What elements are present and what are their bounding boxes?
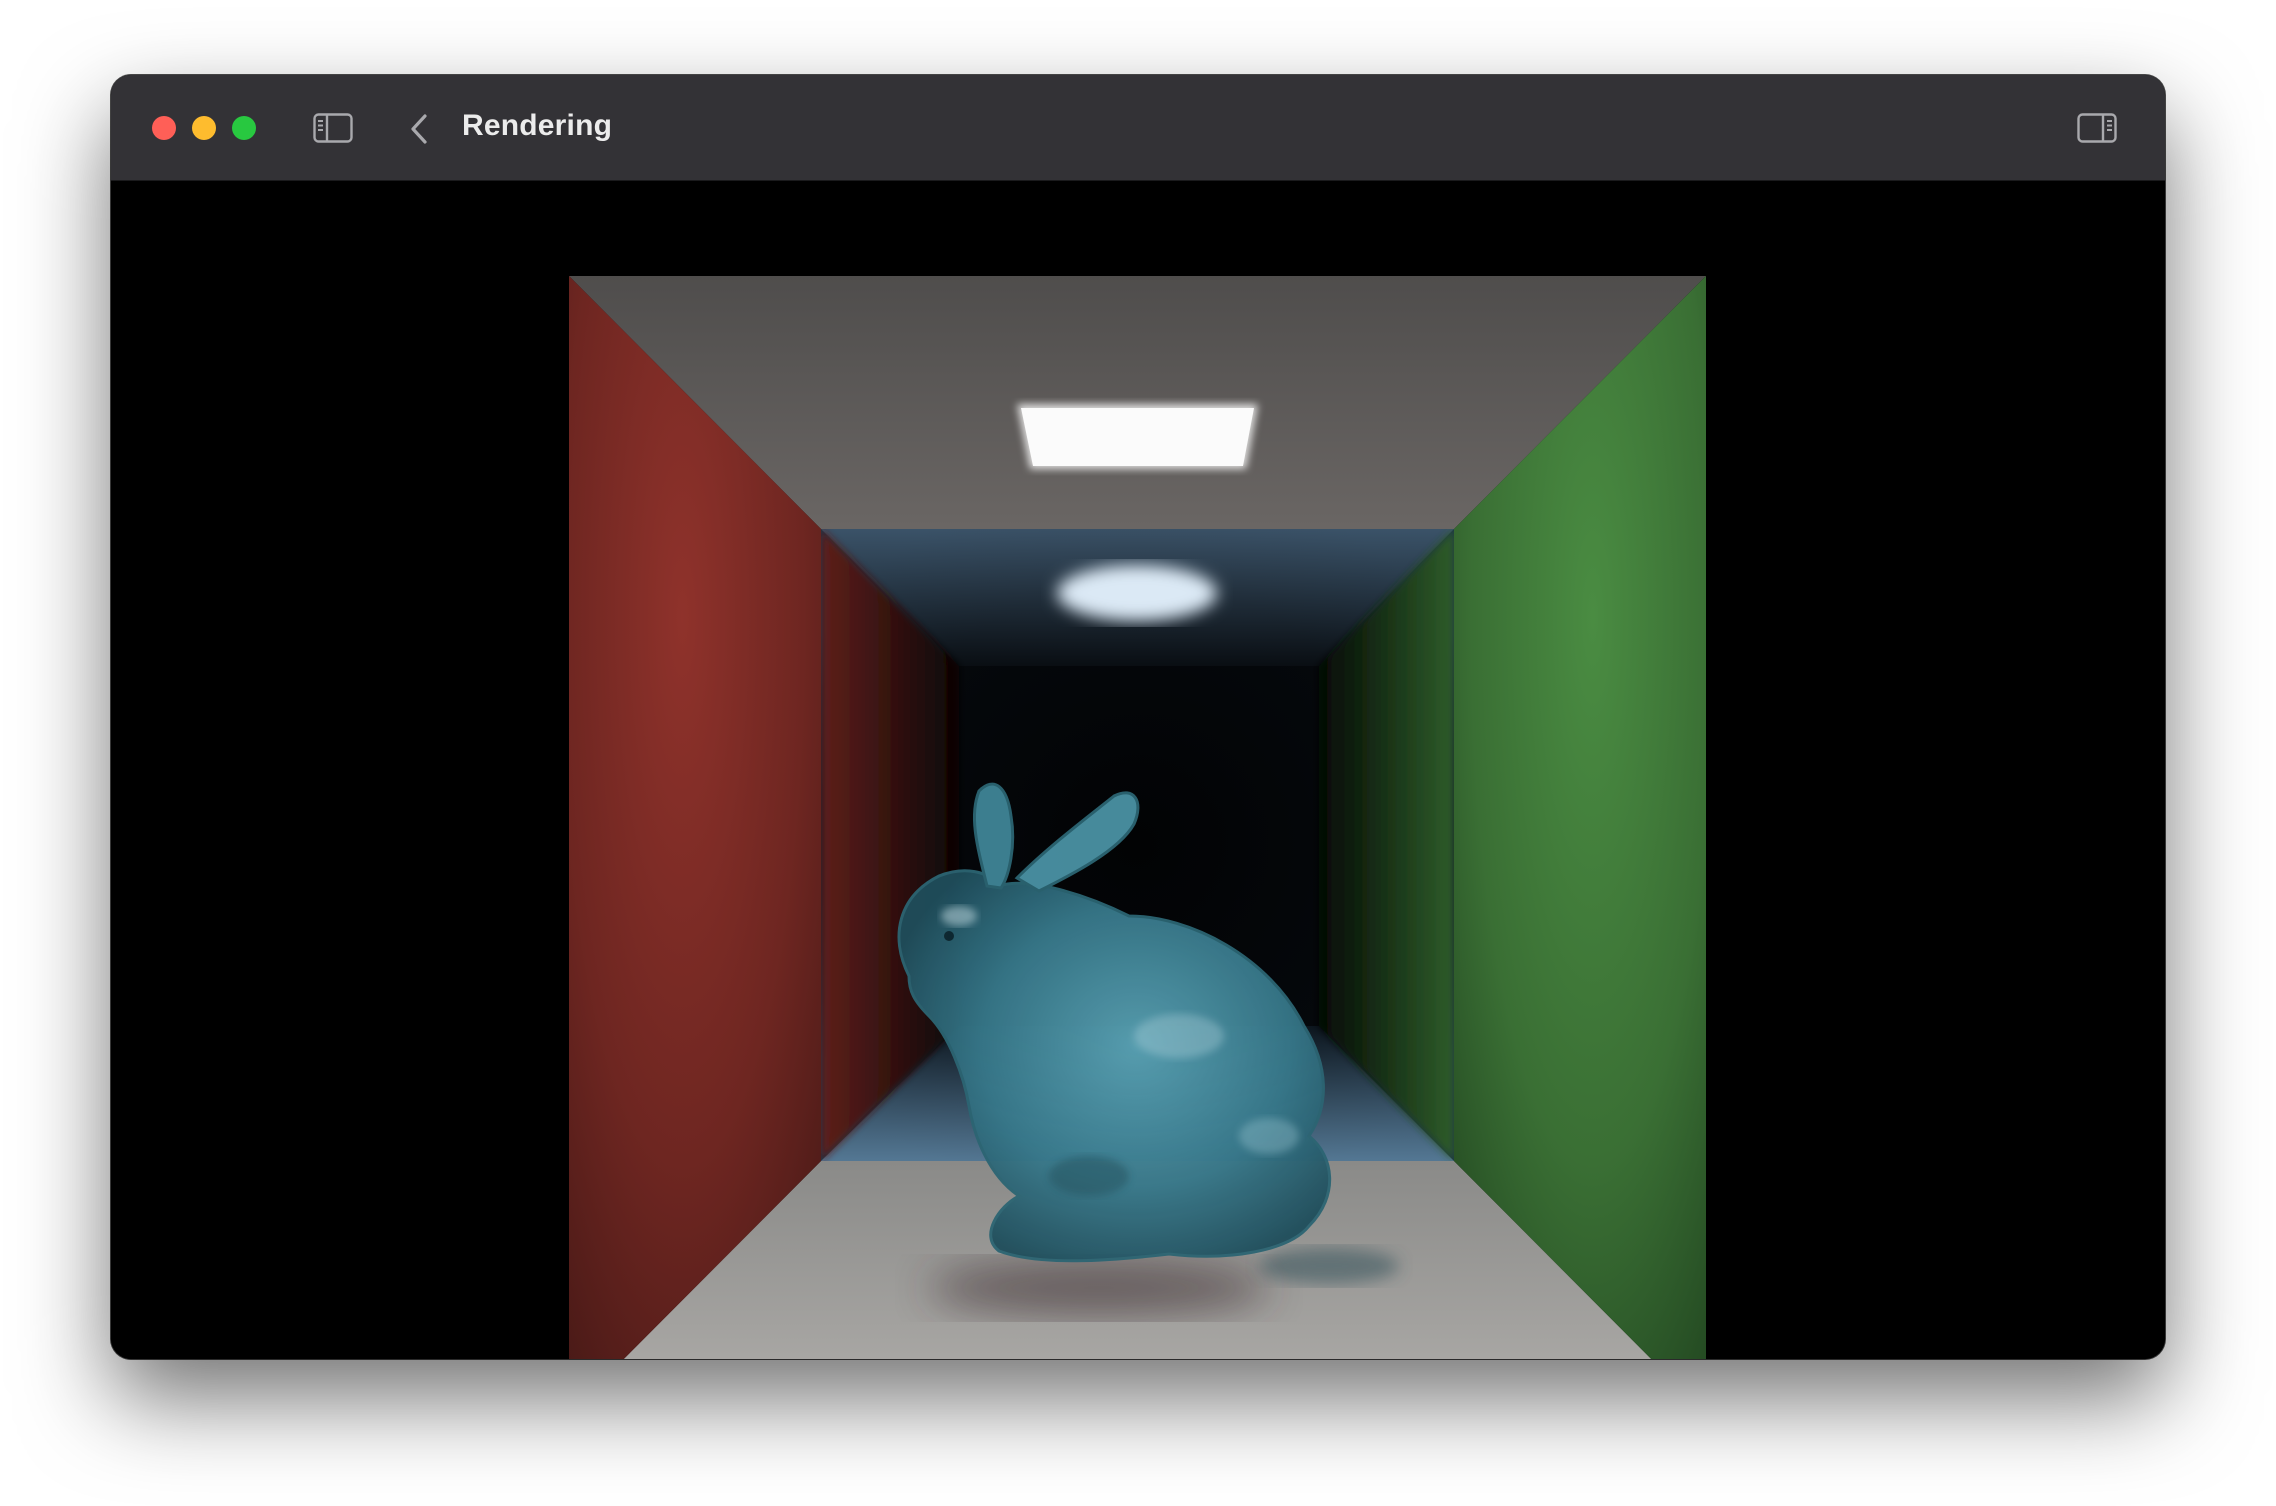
reflected-light — [1057, 565, 1217, 621]
zoom-button[interactable] — [232, 116, 256, 140]
window-title: Rendering — [462, 109, 613, 142]
chevron-left-icon[interactable] — [402, 111, 438, 147]
sidebar-right-icon[interactable] — [2077, 113, 2117, 143]
ceiling-light — [1021, 408, 1254, 466]
title-bar: Rendering — [111, 75, 2165, 181]
close-button[interactable] — [152, 116, 176, 140]
cornell-box-render-image — [569, 276, 1706, 1359]
app-window: Rendering — [111, 75, 2165, 1359]
minimize-button[interactable] — [192, 116, 216, 140]
sidebar-left-icon[interactable] — [313, 113, 353, 143]
bunny-shadow — [929, 1260, 1269, 1316]
render-viewport — [111, 181, 2165, 1359]
